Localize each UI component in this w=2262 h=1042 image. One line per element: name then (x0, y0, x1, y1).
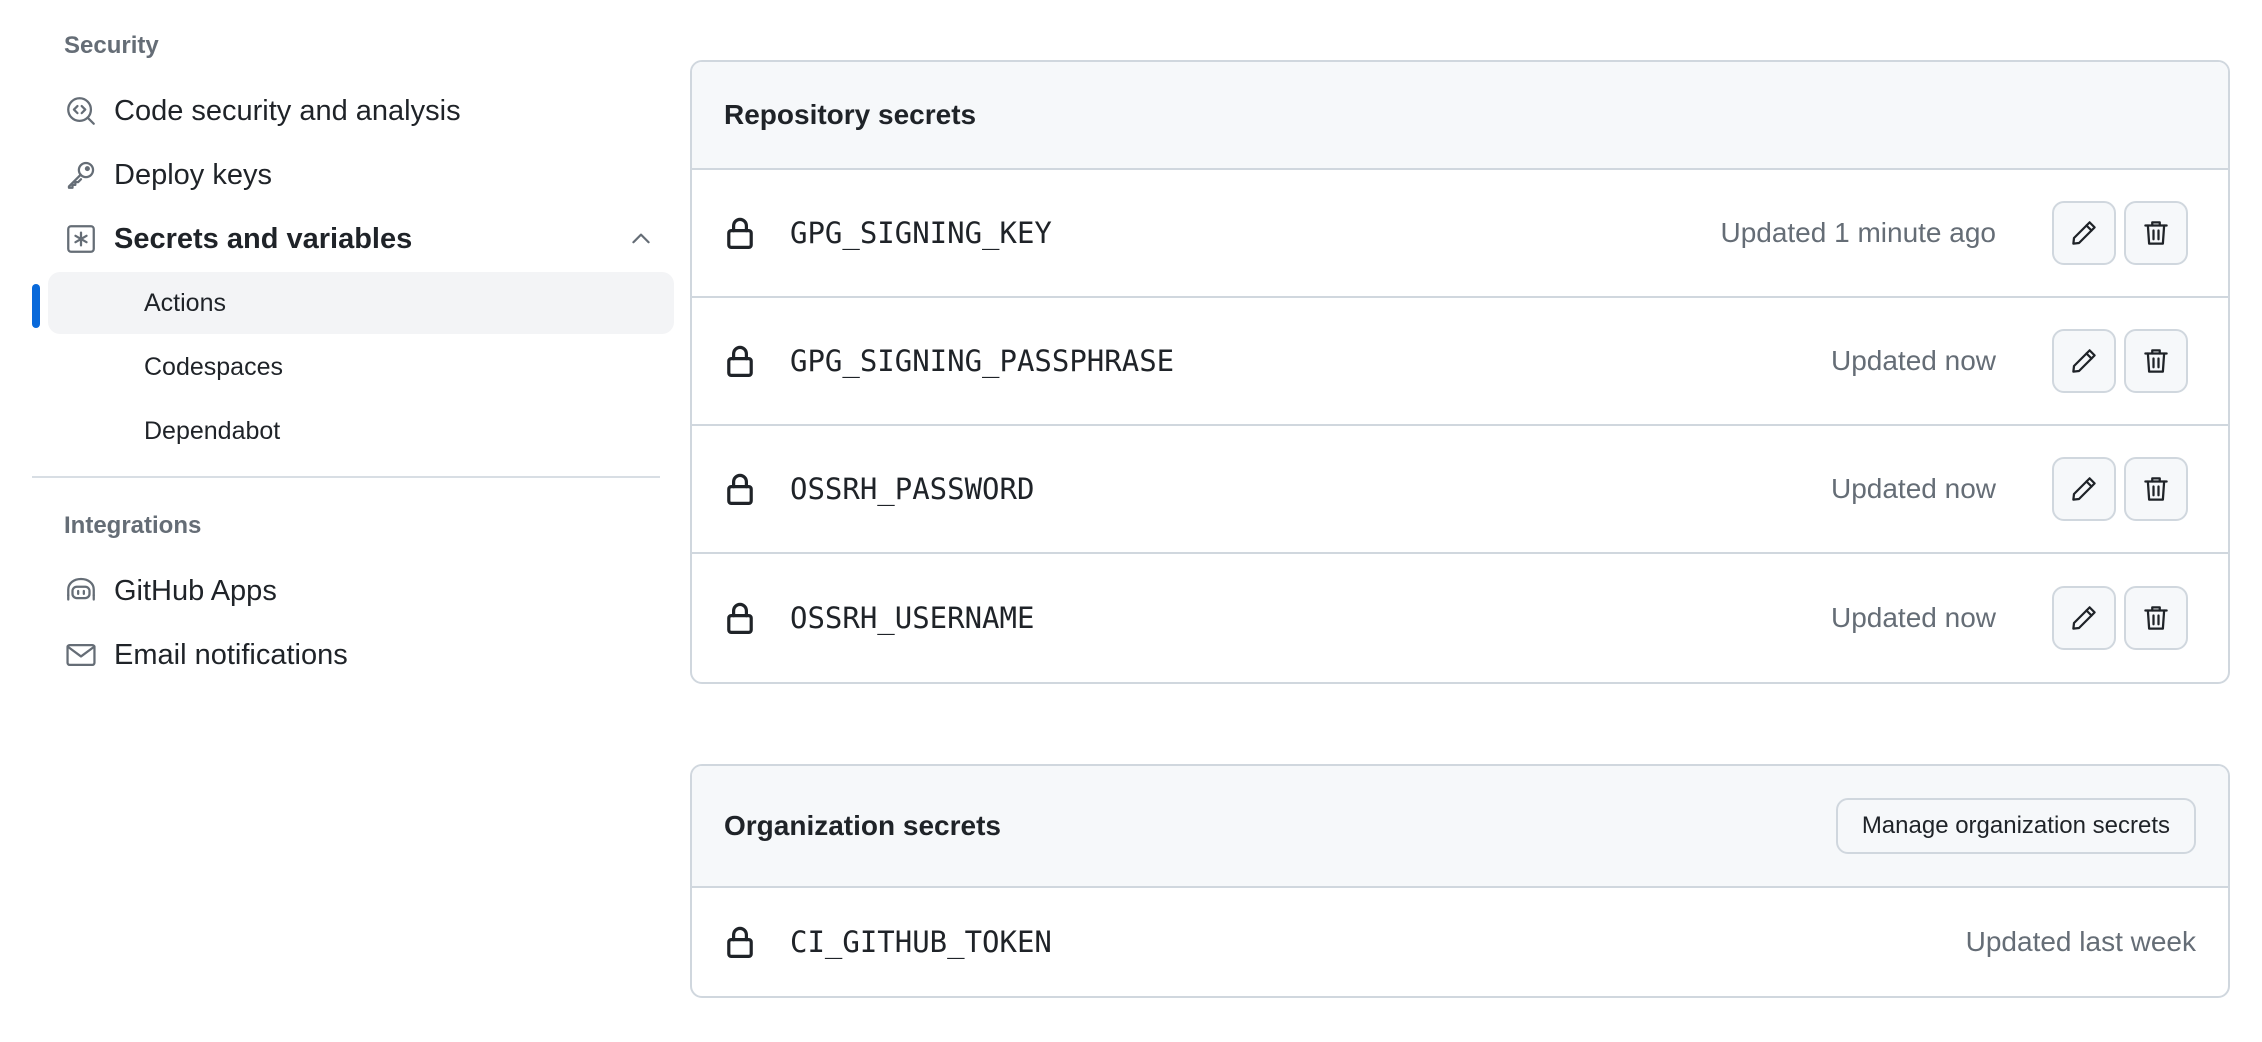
key-icon (64, 158, 98, 192)
organization-secrets-header: Organization secrets Manage organization… (692, 766, 2228, 888)
secret-row: CI_GITHUB_TOKEN Updated last week (692, 888, 2228, 996)
integrations-heading: Integrations (64, 512, 202, 539)
sidebar-item-secrets-and-variables[interactable]: Secrets and variables (64, 208, 674, 270)
active-indicator (32, 284, 40, 328)
sidebar-subitem-dependabot[interactable]: Dependabot (48, 400, 674, 462)
sidebar-item-label: Secrets and variables (114, 222, 413, 255)
lock-icon (724, 215, 756, 251)
secret-row: OSSRH_PASSWORD Updated now (692, 426, 2228, 554)
sidebar-item-email-notifications[interactable]: Email notifications (64, 624, 674, 686)
chevron-up-icon[interactable] (628, 226, 654, 260)
edit-secret-button[interactable] (2052, 201, 2116, 265)
secret-updated: Updated last week (1965, 926, 2196, 957)
mail-icon (64, 638, 98, 672)
sidebar-subitem-label: Codespaces (144, 352, 283, 381)
trash-icon (2144, 606, 2168, 630)
key-asterisk-icon (64, 222, 98, 256)
github-apps-icon (64, 574, 98, 608)
edit-secret-button[interactable] (2052, 457, 2116, 521)
repository-secrets-header: Repository secrets (692, 62, 2228, 170)
sidebar-item-deploy-keys[interactable]: Deploy keys (64, 144, 674, 206)
secret-updated: Updated now (1830, 345, 1996, 376)
pencil-icon (2072, 477, 2096, 501)
secret-name: OSSRH_USERNAME (790, 601, 1035, 635)
delete-secret-button[interactable] (2124, 329, 2188, 393)
organization-secrets-box: Organization secrets Manage organization… (690, 764, 2230, 998)
sidebar-subitem-label: Actions (144, 288, 226, 317)
sidebar-subitem-codespaces[interactable]: Codespaces (48, 336, 674, 398)
sidebar-item-code-security[interactable]: Code security and analysis (64, 80, 674, 142)
secret-updated: Updated 1 minute ago (1720, 217, 1996, 248)
sidebar-subitem-label: Dependabot (144, 416, 281, 445)
repository-secrets-title: Repository secrets (724, 99, 977, 130)
sidebar-item-label: Deploy keys (114, 158, 272, 191)
settings-page: Security Code security and analysis Depl… (0, 0, 2262, 1042)
codescan-icon (64, 94, 98, 128)
secret-updated: Updated now (1830, 602, 1996, 633)
edit-secret-button[interactable] (2052, 586, 2116, 650)
sidebar-item-label: Email notifications (114, 638, 348, 671)
trash-icon (2144, 349, 2168, 373)
delete-secret-button[interactable] (2124, 201, 2188, 265)
secret-name: OSSRH_PASSWORD (790, 472, 1035, 506)
delete-secret-button[interactable] (2124, 586, 2188, 650)
secret-row: GPG_SIGNING_KEY Updated 1 minute ago (692, 170, 2228, 298)
trash-icon (2144, 221, 2168, 245)
delete-secret-button[interactable] (2124, 457, 2188, 521)
sidebar-subitem-actions[interactable]: Actions (32, 272, 674, 334)
lock-icon (724, 924, 756, 960)
trash-icon (2144, 477, 2168, 501)
pencil-icon (2072, 606, 2096, 630)
security-heading: Security (64, 32, 159, 59)
secret-name: GPG_SIGNING_KEY (790, 216, 1052, 250)
sidebar-item-github-apps[interactable]: GitHub Apps (64, 560, 674, 622)
lock-icon (724, 343, 756, 379)
pencil-icon (2072, 221, 2096, 245)
edit-secret-button[interactable] (2052, 329, 2116, 393)
secret-row: GPG_SIGNING_PASSPHRASE Updated now (692, 298, 2228, 426)
sidebar-divider (32, 476, 660, 478)
sidebar-item-label: Code security and analysis (114, 94, 461, 127)
lock-icon (724, 600, 756, 636)
secret-row: OSSRH_USERNAME Updated now (692, 554, 2228, 682)
secret-name: CI_GITHUB_TOKEN (790, 925, 1052, 959)
lock-icon (724, 471, 756, 507)
sidebar-item-label: GitHub Apps (114, 574, 277, 607)
secret-name: GPG_SIGNING_PASSPHRASE (790, 344, 1175, 378)
pencil-icon (2072, 349, 2096, 373)
repository-secrets-box: Repository secrets GPG_SIGNING_KEY Updat… (690, 60, 2230, 684)
manage-organization-secrets-button[interactable]: Manage organization secrets (1835, 798, 2196, 854)
organization-secrets-title: Organization secrets (724, 810, 1001, 841)
secret-updated: Updated now (1830, 473, 1996, 504)
